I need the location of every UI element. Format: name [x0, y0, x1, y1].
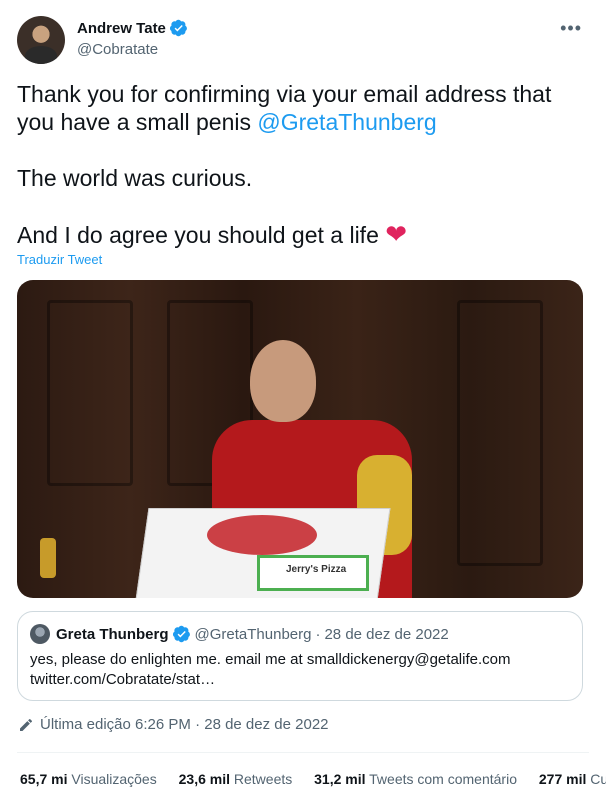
person-head: [250, 340, 316, 422]
tweet-line-2: The world was curious.: [17, 165, 253, 191]
quotes-count: 31,2 mil: [314, 771, 366, 787]
author-name[interactable]: Andrew Tate: [77, 20, 166, 37]
quoted-author-name: Greta Thunberg: [56, 625, 169, 643]
quoted-author-avatar: [30, 624, 50, 644]
mention-link[interactable]: @GretaThunberg: [257, 109, 436, 135]
verified-badge-icon: [172, 625, 190, 643]
retweets-label: Retweets: [233, 771, 293, 787]
likes-label: Cu: [590, 771, 606, 787]
quotes-label: Tweets com comentário: [369, 771, 517, 787]
quoted-separator: ·: [315, 625, 321, 643]
edit-info-label: Última edição 6:26 PM · 28 de dez de 202…: [40, 716, 329, 733]
heart-emoji-icon: ❤: [385, 219, 408, 249]
tweet-text: Thank you for confirming via your email …: [17, 80, 577, 249]
quoted-tweet-text: yes, please do enlighten me. email me at…: [30, 651, 511, 688]
views-stat[interactable]: 65,7 mi Visualizações: [20, 771, 157, 787]
pizza-box-label: Jerry's Pizza: [257, 555, 369, 591]
tweet-stats: 65,7 mi Visualizações 23,6 mil Retweets …: [20, 771, 606, 787]
views-count: 65,7 mi: [20, 771, 68, 787]
retweets-count: 23,6 mil: [178, 771, 230, 787]
quoted-author-handle: @GretaThunberg: [194, 625, 312, 643]
author-handle[interactable]: @Cobratate: [77, 41, 158, 58]
pizza-box-label-text: Jerry's Pizza: [286, 564, 347, 575]
likes-stat[interactable]: 277 mil Cu: [539, 771, 606, 787]
wood-panel: [47, 300, 133, 486]
wood-panel: [457, 300, 543, 566]
views-label: Visualizações: [71, 771, 157, 787]
quoted-date: 28 de dez de 2022: [324, 625, 449, 643]
quotes-stat[interactable]: 31,2 mil Tweets com comentário: [314, 771, 517, 787]
pencil-icon: [20, 718, 33, 731]
brass-lamp: [40, 538, 56, 578]
quoted-author-row: Greta Thunberg @GretaThunberg · 28 de de…: [56, 625, 449, 643]
verified-badge-icon: [169, 19, 187, 37]
more-options-icon[interactable]: •••: [560, 18, 582, 39]
pizza-box-logo: [207, 515, 317, 555]
quoted-tweet-card[interactable]: Greta Thunberg @GretaThunberg · 28 de de…: [17, 611, 583, 701]
edit-info-row[interactable]: Última edição 6:26 PM · 28 de dez de 202…: [18, 716, 329, 733]
translate-tweet-link[interactable]: Traduzir Tweet: [17, 252, 102, 267]
tweet-line-3: And I do agree you should get a life: [17, 222, 386, 248]
author-avatar[interactable]: [17, 16, 65, 64]
retweets-stat[interactable]: 23,6 mil Retweets: [179, 771, 293, 787]
likes-count: 277 mil: [538, 771, 587, 787]
author-name-row: Andrew Tate: [77, 19, 188, 37]
tweet-media-image[interactable]: Jerry's Pizza: [17, 280, 583, 598]
divider: [17, 752, 589, 753]
